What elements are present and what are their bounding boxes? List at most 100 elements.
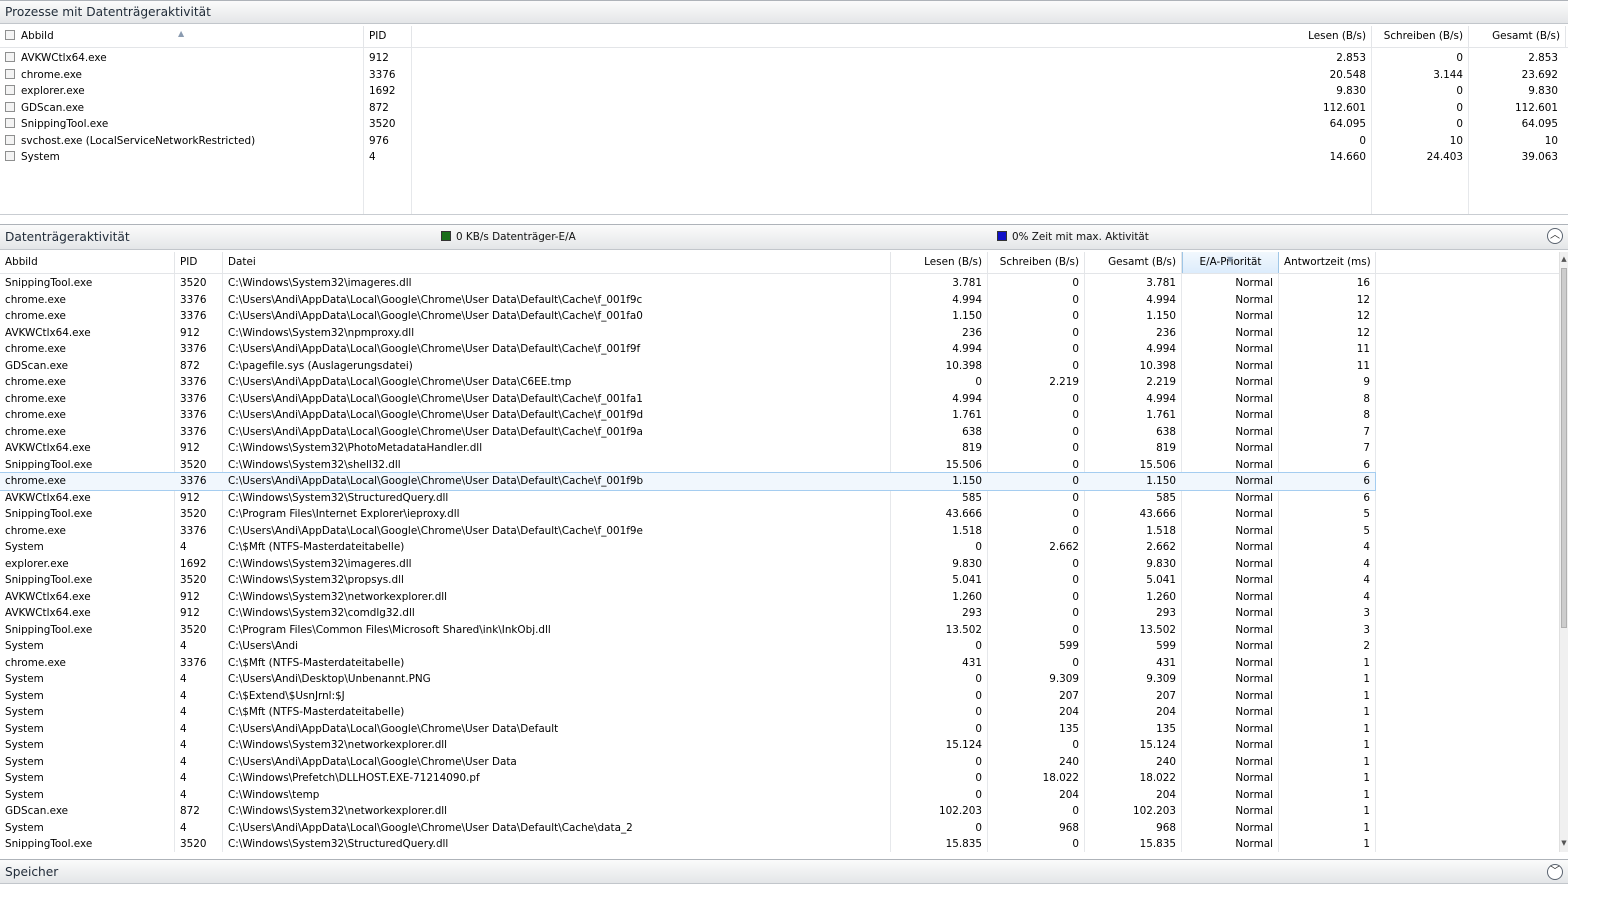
select-all-checkbox[interactable] (5, 30, 15, 40)
scroll-up-icon[interactable]: ▲ (1560, 255, 1568, 263)
table-row[interactable]: chrome.exe 3376 C:\Users\Andi\AppData\Loca… (0, 341, 1375, 358)
cell-prio: Normal (1235, 755, 1273, 768)
cell-prio: Normal (1235, 491, 1273, 504)
column-header-lesen[interactable]: Lesen (B/s) (891, 252, 988, 273)
cell-pid: 3520 (180, 458, 207, 471)
table-row[interactable]: AVKWCtlx64.exe 912 C:\Windows\System32\com… (0, 605, 1375, 622)
table-row[interactable]: System 4 C:\$Mft (NTFS-Masterdateitabelle)… (0, 539, 1375, 556)
column-header-pid[interactable]: PID (364, 26, 412, 47)
legend-disk-io: 0 KB/s Datenträger-E/A (441, 231, 576, 243)
column-header-gesamt[interactable]: Gesamt (B/s) (1469, 26, 1566, 47)
table-row[interactable]: chrome.exe 3376 C:\Users\Andi\AppData\Loca… (0, 374, 1375, 391)
cell-read: 819 (962, 442, 982, 454)
column-header-gesamt[interactable]: Gesamt (B/s) (1085, 252, 1182, 273)
table-row[interactable]: SnippingTool.exe 3520 C:\Program Files\Int… (0, 506, 1375, 523)
cell-pid: 3376 (180, 376, 207, 388)
table-row[interactable]: GDScan.exe 872 C:\Windows\System32\network… (0, 803, 1375, 820)
table-row[interactable]: SnippingTool.exe 3520 C:\Windows\System32\… (0, 572, 1375, 589)
expand-icon[interactable]: ﹀ (1547, 864, 1563, 880)
table-row[interactable]: chrome.exe 3376 C:\Users\Andi\AppData\Loca… (0, 292, 1375, 309)
column-header-pid[interactable]: PID (175, 252, 223, 273)
row-checkbox[interactable] (5, 101, 15, 112)
row-checkbox[interactable] (5, 52, 15, 62)
table-row[interactable]: chrome.exe 3376 C:\Users\Andi\AppData\Loca… (0, 424, 1375, 441)
disk-scrollbar[interactable]: ▲ ▼ (1559, 252, 1568, 852)
table-row[interactable]: AVKWCtlx64.exe 912 C:\Windows\System32\Str… (0, 490, 1375, 507)
column-header-datei[interactable]: Datei (223, 252, 891, 273)
table-row[interactable]: System 4 C:\$Extend\$UsnJrnl:$J 0 207 207 Norm… (0, 688, 1375, 705)
table-row[interactable]: SnippingTool.exe 3520 C:\Windows\System32\… (0, 836, 1375, 853)
table-row[interactable]: chrome.exe 3376 C:\Users\Andi\AppData\Loca… (0, 472, 1376, 491)
table-row[interactable]: chrome.exe 3376 C:\$Mft (NTFS-Masterdateit… (0, 655, 1375, 672)
cell-file: C:\Windows\System32\imageres.dll (228, 277, 412, 289)
row-checkbox[interactable] (5, 68, 15, 79)
table-row[interactable]: GDScan.exe 872 112.601 0 112.601 (0, 100, 1568, 117)
table-row[interactable]: System 4 C:\Users\Andi\AppData\Local\Googl… (0, 820, 1375, 837)
cell-resp: 4 (1363, 557, 1370, 570)
cell-total: 2.219 (1146, 376, 1176, 388)
column-header-abbild[interactable]: Abbild (0, 252, 175, 273)
table-row[interactable]: System 4 C:\Windows\Prefetch\DLLHOST.EXE-7… (0, 770, 1375, 787)
cell-image: SnippingTool.exe (5, 838, 93, 850)
table-row[interactable]: explorer.exe 1692 C:\Windows\System32\imag… (0, 556, 1375, 573)
table-row[interactable]: GDScan.exe 872 C:\pagefile.sys (Auslagerun… (0, 358, 1375, 375)
pane-splitter[interactable] (0, 214, 1568, 215)
column-header-antwortzeit[interactable]: Antwortzeit (ms) (1279, 252, 1376, 273)
table-row[interactable]: System 4 C:\Users\Andi\AppData\Local\Googl… (0, 754, 1375, 771)
disk-section-header[interactable]: Datenträgeraktivität 0 KB/s Datenträger-… (0, 224, 1568, 250)
cell-resp: 4 (1363, 574, 1370, 586)
table-row[interactable]: AVKWCtlx64.exe 912 C:\Windows\System32\net… (0, 589, 1375, 606)
table-row[interactable]: SnippingTool.exe 3520 C:\Windows\System32\… (0, 457, 1375, 474)
table-row[interactable]: System 4 C:\$Mft (NTFS-Masterdateitabelle)… (0, 704, 1375, 721)
cell-total: 819 (1156, 442, 1176, 454)
table-row[interactable]: chrome.exe 3376 C:\Users\Andi\AppData\Loca… (0, 523, 1375, 540)
table-row[interactable]: chrome.exe 3376 C:\Users\Andi\AppData\Loca… (0, 407, 1375, 424)
scroll-down-icon[interactable]: ▼ (1560, 839, 1568, 847)
table-row[interactable]: chrome.exe 3376 20.548 3.144 23.692 (0, 67, 1568, 84)
table-row[interactable]: System 4 C:\Windows\System32\networkexplor… (0, 737, 1375, 754)
cell-file: C:\Users\Andi\AppData\Local\Google\Chrom… (228, 310, 643, 322)
row-checkbox[interactable] (5, 118, 15, 128)
cell-pid: 3520 (369, 118, 396, 130)
table-row[interactable]: SnippingTool.exe 3520 C:\Program Files\Com… (0, 622, 1375, 639)
column-header-schreiben[interactable]: Schreiben (B/s) (988, 252, 1085, 273)
table-row[interactable]: System 4 C:\Users\Andi\Desktop\Unbenannt.P… (0, 671, 1375, 688)
table-row[interactable]: System 4 14.660 24.403 39.063 (0, 149, 1568, 166)
table-row[interactable]: chrome.exe 3376 C:\Users\Andi\AppData\Loca… (0, 391, 1375, 408)
column-header-schreiben[interactable]: Schreiben (B/s) (1372, 26, 1469, 47)
cell-read: 0 (975, 706, 982, 718)
table-row[interactable]: explorer.exe 1692 9.830 0 9.830 (0, 83, 1568, 100)
row-checkbox[interactable] (5, 134, 15, 145)
cell-write: 0 (1456, 85, 1463, 97)
cell-image: System (5, 772, 44, 784)
memory-section-header[interactable]: Speicher ﹀ (0, 859, 1568, 884)
table-row[interactable]: SnippingTool.exe 3520 C:\Windows\System32\… (0, 275, 1375, 292)
cell-file: C:\Windows\System32\networkexplorer.dll (228, 805, 448, 817)
table-row[interactable]: AVKWCtlx64.exe 912 2.853 0 2.853 (0, 50, 1568, 67)
row-checkbox[interactable] (5, 85, 15, 95)
cell-file: C:\Users\Andi (228, 640, 299, 652)
table-row[interactable]: svchost.exe (LocalServiceNetworkRestrict… (0, 133, 1568, 150)
column-header-lesen[interactable]: Lesen (B/s) (1275, 26, 1372, 47)
cell-prio: Normal (1235, 442, 1273, 454)
column-header-abbild[interactable]: Abbild ▲ (0, 26, 364, 47)
table-row[interactable]: AVKWCtlx64.exe 912 C:\Windows\System32\npm… (0, 325, 1375, 342)
scrollbar-thumb[interactable] (1561, 268, 1567, 628)
cell-pid: 912 (180, 590, 200, 603)
cell-write: 0 (1072, 739, 1079, 751)
table-row[interactable]: SnippingTool.exe 3520 64.095 0 64.095 (0, 116, 1568, 133)
column-header-ea-prioritaet[interactable]: ▼ E/A-Priorität (1182, 252, 1279, 273)
table-row[interactable]: AVKWCtlx64.exe 912 C:\Windows\System32\Pho… (0, 440, 1375, 457)
table-row[interactable]: System 4 C:\Users\Andi\AppData\Local\Googl… (0, 721, 1375, 738)
collapse-icon[interactable]: ︿ (1547, 228, 1563, 244)
cell-write: 18.022 (1042, 772, 1079, 784)
cell-write: 0 (1072, 491, 1079, 504)
row-checkbox[interactable] (5, 151, 15, 161)
processes-section-header[interactable]: Prozesse mit Datenträgeraktivität (0, 0, 1568, 24)
table-row[interactable]: System 4 C:\Users\Andi 0 599 599 Normal 2 (0, 638, 1375, 655)
table-row[interactable]: chrome.exe 3376 C:\Users\Andi\AppData\Loca… (0, 308, 1375, 325)
table-row[interactable]: System 4 C:\Windows\temp 0 204 204 Normal 1 (0, 787, 1375, 804)
cell-read: 1.150 (952, 310, 982, 322)
cell-total: 112.601 (1515, 101, 1558, 114)
cell-pid: 912 (180, 607, 200, 619)
